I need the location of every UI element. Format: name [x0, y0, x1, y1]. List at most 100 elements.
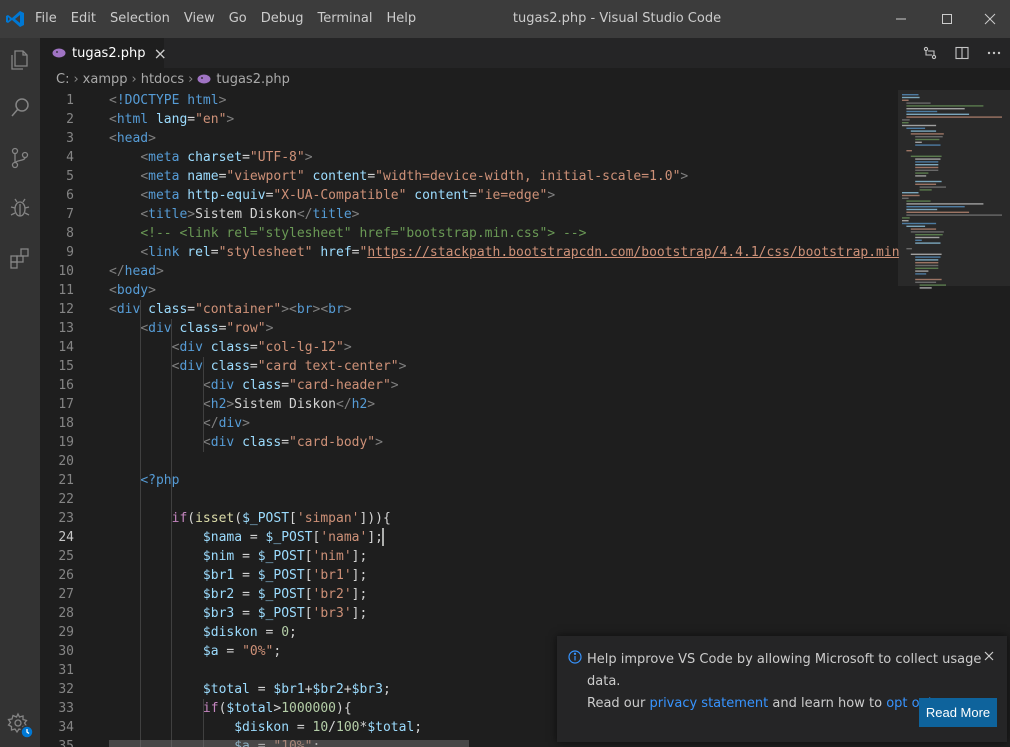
- line-number: 7: [66, 207, 74, 222]
- code-line[interactable]: <link rel="stylesheet" href="https://sta…: [109, 243, 899, 262]
- code-line[interactable]: if($total>1000000){: [109, 699, 352, 718]
- horizontal-scrollbar[interactable]: [109, 740, 469, 747]
- breadcrumb-item[interactable]: xampp: [83, 72, 128, 87]
- code-line[interactable]: <meta http-equiv="X-UA-Compatible" conte…: [109, 186, 555, 205]
- code-line[interactable]: $diskon = 10/100*$total;: [109, 718, 422, 737]
- extensions-icon[interactable]: [0, 238, 40, 278]
- code-line[interactable]: <title>Sistem Diskon</title>: [109, 205, 359, 224]
- menu-help[interactable]: Help: [379, 0, 423, 38]
- menu-view[interactable]: View: [177, 0, 222, 38]
- line-number: 15: [58, 359, 74, 374]
- open-changes-icon[interactable]: [914, 45, 946, 61]
- line-number: 14: [58, 340, 74, 355]
- line-number: 35: [58, 739, 74, 747]
- menu-edit[interactable]: Edit: [64, 0, 103, 38]
- code-line[interactable]: $total = $br1+$br2+$br3;: [109, 680, 391, 699]
- code-line[interactable]: $a = "0%";: [109, 642, 281, 661]
- menu-debug[interactable]: Debug: [254, 0, 311, 38]
- code-line[interactable]: <div class="card text-center">: [109, 357, 407, 376]
- menu-bar: File Edit Selection View Go Debug Terminal Help: [28, 0, 423, 38]
- tab-label: tugas2.php: [72, 45, 146, 61]
- menu-file[interactable]: File: [28, 0, 64, 38]
- code-line[interactable]: <div class="col-lg-12">: [109, 338, 352, 357]
- chevron-right-icon: ›: [188, 71, 194, 87]
- code-line[interactable]: <div class="row">: [109, 319, 273, 338]
- text-cursor: [382, 528, 384, 546]
- php-elephant-icon: [52, 48, 66, 58]
- telemetry-notification: Help improve VS Code by allowing Microso…: [557, 636, 1007, 742]
- code-line[interactable]: $nim = $_POST['nim'];: [109, 547, 367, 566]
- tab-tugas2-php[interactable]: tugas2.php ×: [40, 38, 167, 68]
- indent-guide: [171, 509, 172, 747]
- menu-selection[interactable]: Selection: [103, 0, 177, 38]
- line-number: 3: [66, 131, 74, 146]
- source-control-icon[interactable]: [0, 138, 40, 178]
- notification-message: Help improve VS Code by allowing Microso…: [587, 652, 982, 689]
- line-number-gutter: 1 2 3 4 5 6 7 8 9 10 11 12 13 14 15 16 17 18 19 20 21 22 23 24 2…: [40, 90, 98, 747]
- minimize-icon[interactable]: [878, 0, 924, 38]
- code-line[interactable]: <?php: [109, 471, 179, 490]
- code-line[interactable]: <div class="container"><br><br>: [109, 300, 352, 319]
- line-number: 22: [58, 492, 74, 507]
- code-line[interactable]: <div class="card-header">: [109, 376, 399, 395]
- code-line[interactable]: <!DOCTYPE html>: [109, 91, 226, 110]
- debug-icon[interactable]: [0, 188, 40, 228]
- code-line[interactable]: <html lang="en">: [109, 110, 234, 129]
- tab-close-icon[interactable]: ×: [153, 44, 166, 63]
- line-number: 28: [58, 606, 74, 621]
- menu-go[interactable]: Go: [222, 0, 254, 38]
- code-line[interactable]: </div>: [109, 414, 250, 433]
- minimap-line: [919, 287, 932, 289]
- code-line[interactable]: </head>: [109, 262, 164, 281]
- search-icon[interactable]: [0, 88, 40, 128]
- close-icon[interactable]: [981, 648, 997, 664]
- read-more-button[interactable]: Read More: [919, 698, 997, 727]
- code-line[interactable]: $br2 = $_POST['br2'];: [109, 585, 367, 604]
- indent-guide: [140, 300, 141, 747]
- line-number: 1: [66, 93, 74, 108]
- line-number: 25: [58, 549, 74, 564]
- explorer-icon[interactable]: [0, 40, 40, 80]
- line-number: 4: [66, 150, 74, 165]
- breadcrumb-item[interactable]: tugas2.php: [216, 72, 289, 87]
- code-line[interactable]: <h2>Sistem Diskon</h2>: [109, 395, 375, 414]
- manage-gear-icon[interactable]: [0, 705, 40, 745]
- code-line[interactable]: $diskon = 0;: [109, 623, 297, 642]
- line-number: 26: [58, 568, 74, 583]
- privacy-statement-link[interactable]: privacy statement: [649, 696, 768, 711]
- breadcrumb-item[interactable]: htdocs: [141, 72, 184, 87]
- code-line[interactable]: <body>: [109, 281, 156, 300]
- code-line[interactable]: <!-- <link rel="stylesheet" href="bootst…: [109, 224, 586, 243]
- chevron-right-icon: ›: [73, 71, 79, 87]
- line-number: 10: [58, 264, 74, 279]
- code-line[interactable]: $br1 = $_POST['br1'];: [109, 566, 367, 585]
- php-elephant-icon: [197, 74, 211, 84]
- code-line[interactable]: <div class="card-body">: [109, 433, 383, 452]
- line-number: 8: [66, 226, 74, 241]
- code-line[interactable]: <head>: [109, 129, 156, 148]
- menu-terminal[interactable]: Terminal: [311, 0, 380, 38]
- tab-bar: tugas2.php ×: [40, 38, 1010, 68]
- line-number: 2: [66, 112, 74, 127]
- info-icon: [568, 650, 582, 668]
- more-actions-icon[interactable]: [978, 45, 1010, 61]
- line-number: 18: [58, 416, 74, 431]
- minimap-viewport[interactable]: [898, 90, 1010, 286]
- breadcrumb-item[interactable]: C:: [56, 72, 69, 87]
- line-number: 23: [58, 511, 74, 526]
- line-number: 17: [58, 397, 74, 412]
- maximize-icon[interactable]: [924, 0, 970, 38]
- close-icon[interactable]: [970, 0, 1010, 38]
- code-line[interactable]: <meta charset="UTF-8">: [109, 148, 312, 167]
- code-line[interactable]: $nama = $_POST['nama'];: [109, 528, 383, 547]
- breadcrumb: C: › xampp › htdocs › tugas2.php: [40, 68, 1010, 90]
- code-line[interactable]: if(isset($_POST['simpan'])){: [109, 509, 391, 528]
- line-number: 33: [58, 701, 74, 716]
- notification-text: and learn how to: [768, 696, 887, 711]
- split-editor-icon[interactable]: [946, 45, 978, 61]
- line-number: 27: [58, 587, 74, 602]
- code-line[interactable]: $br3 = $_POST['br3'];: [109, 604, 367, 623]
- line-number: 9: [66, 245, 74, 260]
- line-number: 16: [58, 378, 74, 393]
- code-line[interactable]: <meta name="viewport" content="width=dev…: [109, 167, 688, 186]
